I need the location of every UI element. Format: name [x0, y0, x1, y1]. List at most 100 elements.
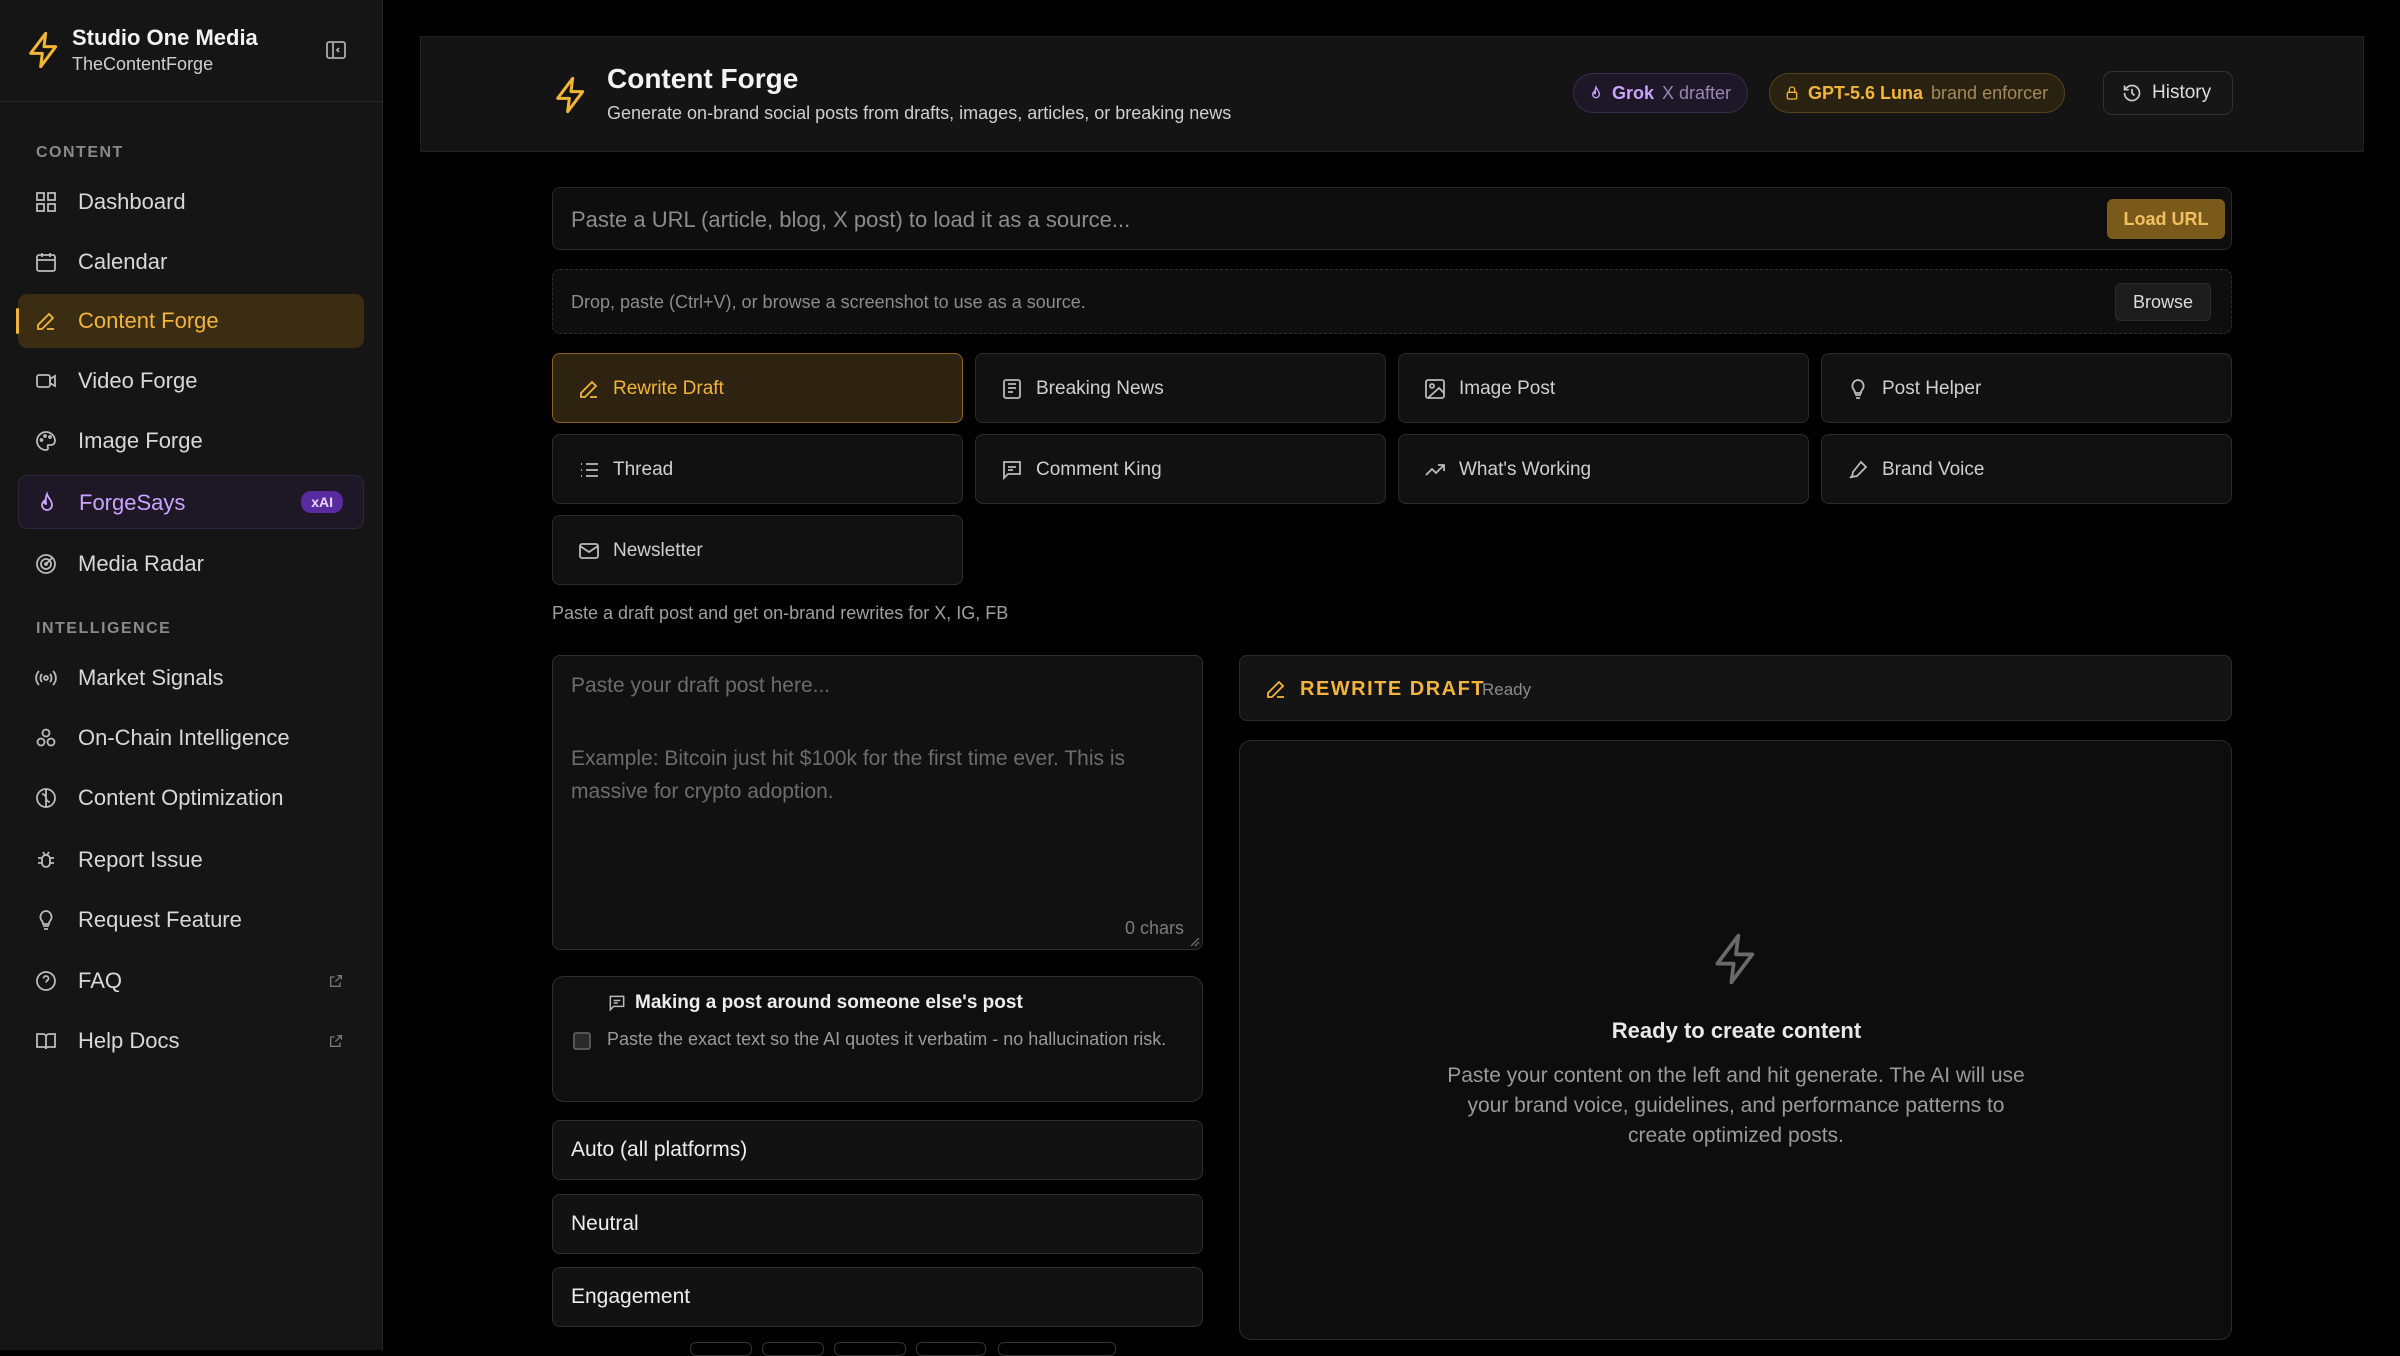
palette-icon: [34, 429, 58, 453]
sidebar-item-label: Report Issue: [78, 847, 203, 872]
sidebar-item-label: ForgeSays: [79, 490, 186, 515]
brain-icon: [34, 786, 58, 810]
sidebar-item-forgesays[interactable]: ForgeSays xAI: [18, 475, 364, 529]
sidebar-item-label: Image Forge: [78, 428, 203, 453]
load-url-button[interactable]: Load URL: [2107, 199, 2225, 239]
comment-icon: [607, 993, 627, 1013]
sidebar-item-label: Help Docs: [78, 1028, 180, 1053]
quote-post-desc: Paste the exact text so the AI quotes it…: [607, 1029, 1167, 1049]
draft-textarea[interactable]: Paste your draft post here... Example: B…: [552, 655, 1203, 950]
tab-brand-voice[interactable]: Brand Voice: [1821, 434, 2232, 504]
brand-name: Studio One Media: [72, 25, 258, 50]
image-icon: [1423, 377, 1447, 401]
resize-handle-icon[interactable]: [1188, 935, 1200, 947]
dashboard-icon: [34, 190, 58, 214]
sidebar-item-label: Content Forge: [78, 308, 219, 333]
mode-hint: Paste a draft post and get on-brand rewr…: [552, 603, 1009, 623]
newspaper-icon: [1000, 377, 1024, 401]
lightning-icon: [1708, 931, 1764, 987]
sidebar-item-content-optimization[interactable]: Content Optimization: [18, 771, 364, 825]
comment-icon: [1000, 458, 1024, 482]
section-content-label: CONTENT: [36, 144, 124, 161]
browse-button[interactable]: Browse: [2115, 283, 2211, 321]
tab-post-helper[interactable]: Post Helper: [1821, 353, 2232, 423]
tab-image-post[interactable]: Image Post: [1398, 353, 1809, 423]
sidebar: Studio One Media TheContentForge CONTENT…: [0, 0, 383, 1350]
list-icon: [577, 458, 601, 482]
tab-label: Post Helper: [1882, 378, 1982, 399]
tab-thread[interactable]: Thread: [552, 434, 963, 504]
page-header: Content Forge Generate on-brand social p…: [420, 36, 2364, 152]
lightning-icon: [551, 75, 591, 115]
tab-rewrite-draft[interactable]: Rewrite Draft: [552, 353, 963, 423]
option-chip[interactable]: [916, 1342, 986, 1356]
sidebar-item-faq[interactable]: FAQ: [18, 954, 364, 1008]
tab-label: What's Working: [1459, 459, 1592, 480]
sidebar-item-video-forge[interactable]: Video Forge: [18, 354, 364, 408]
sidebar-item-request-feature[interactable]: Request Feature: [18, 893, 364, 947]
output-header: REWRITE DRAFT Ready: [1239, 655, 2232, 721]
output-status: Ready: [1482, 680, 1532, 699]
platform-select[interactable]: Auto (all platforms): [552, 1120, 1203, 1180]
option-chip[interactable]: [762, 1342, 824, 1356]
book-icon: [34, 1029, 58, 1053]
sidebar-item-label: Request Feature: [78, 907, 242, 932]
page-title: Content Forge: [607, 63, 799, 94]
mail-icon: [577, 539, 601, 563]
draft-example: Example: Bitcoin just hit $100k for the …: [571, 747, 1126, 803]
grok-model-role: X drafter: [1662, 82, 1732, 103]
radio-icon: [34, 666, 58, 690]
grok-model-pill[interactable]: Grok X drafter: [1573, 73, 1749, 113]
question-icon: [34, 969, 58, 993]
collapse-sidebar-icon[interactable]: [324, 38, 348, 62]
sidebar-item-calendar[interactable]: Calendar: [18, 235, 364, 289]
brand-block: Studio One Media TheContentForge: [0, 0, 382, 102]
history-icon: [2122, 83, 2142, 103]
tab-newsletter[interactable]: Newsletter: [552, 515, 963, 585]
lightbulb-icon: [34, 908, 58, 932]
tab-comment-king[interactable]: Comment King: [975, 434, 1386, 504]
url-input[interactable]: Paste a URL (article, blog, X post) to l…: [552, 187, 2232, 250]
sidebar-item-image-forge[interactable]: Image Forge: [18, 414, 364, 468]
lightbulb-icon: [1846, 377, 1870, 401]
output-panel: Ready to create content Paste your conte…: [1239, 740, 2232, 1340]
goal-select-value: Engagement: [571, 1285, 691, 1308]
sidebar-item-market-signals[interactable]: Market Signals: [18, 651, 364, 705]
quote-post-checkbox[interactable]: [573, 1032, 591, 1050]
gpt-model-pill[interactable]: GPT-5.6 Luna brand enforcer: [1769, 73, 2066, 113]
sidebar-item-report-issue[interactable]: Report Issue: [18, 833, 364, 887]
sidebar-item-on-chain-intelligence[interactable]: On-Chain Intelligence: [18, 711, 364, 765]
option-chip[interactable]: [690, 1342, 752, 1356]
quote-post-title: Making a post around someone else's post: [635, 992, 1023, 1013]
sidebar-item-dashboard[interactable]: Dashboard: [18, 175, 364, 229]
quote-post-option: Making a post around someone else's post…: [552, 976, 1203, 1102]
tone-select[interactable]: Neutral: [552, 1194, 1203, 1254]
sidebar-item-label: On-Chain Intelligence: [78, 725, 290, 750]
tab-label: Breaking News: [1036, 378, 1164, 399]
sidebar-item-content-forge[interactable]: Content Forge: [16, 294, 364, 348]
option-chip[interactable]: [998, 1342, 1116, 1356]
screenshot-dropzone[interactable]: Drop, paste (Ctrl+V), or browse a screen…: [552, 269, 2232, 334]
platform-select-value: Auto (all platforms): [571, 1138, 748, 1161]
sidebar-item-label: Media Radar: [78, 551, 204, 576]
tab-whats-working[interactable]: What's Working: [1398, 434, 1809, 504]
sidebar-item-label: Dashboard: [78, 189, 186, 214]
pencil-icon: [577, 377, 601, 401]
flame-icon: [1588, 85, 1604, 101]
tab-breaking-news[interactable]: Breaking News: [975, 353, 1386, 423]
pencil-icon: [34, 309, 58, 333]
goal-select[interactable]: Engagement: [552, 1267, 1203, 1327]
lock-icon: [1784, 85, 1800, 101]
gpt-model-role: brand enforcer: [1931, 82, 2049, 103]
external-link-icon: [328, 1033, 344, 1049]
tab-label: Comment King: [1036, 459, 1162, 480]
option-chip[interactable]: [834, 1342, 906, 1356]
sidebar-item-media-radar[interactable]: Media Radar: [18, 537, 364, 591]
history-button[interactable]: History: [2103, 71, 2233, 115]
network-icon: [34, 726, 58, 750]
calendar-icon: [34, 250, 58, 274]
sidebar-item-label: Content Optimization: [78, 785, 284, 810]
sidebar-item-help-docs[interactable]: Help Docs: [18, 1014, 364, 1068]
draft-placeholder: Paste your draft post here...: [571, 674, 831, 697]
tab-label: Thread: [613, 459, 674, 480]
